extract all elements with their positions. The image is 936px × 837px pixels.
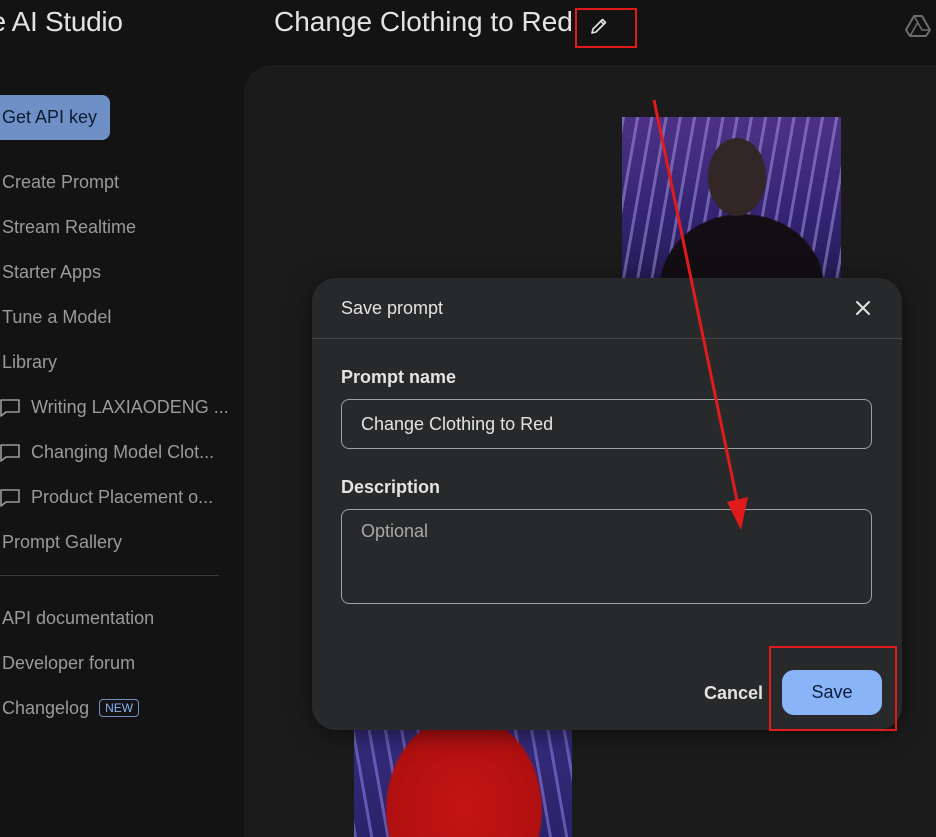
annotation-arrow xyxy=(652,99,748,530)
app-root: ogle AI Studio Change Clothing to Red Ge… xyxy=(0,0,936,837)
